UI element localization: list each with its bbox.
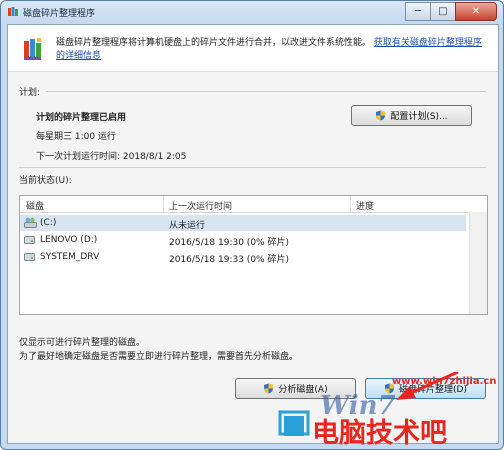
schedule-status-title: 计划的碎片整理已启用 [36,113,127,123]
window-title: 磁盘碎片整理程序 [23,9,96,19]
column-divider [350,196,351,212]
table-row[interactable]: SYSTEM_DRV 2016/5/18 19:33 (0% 碎片) [20,249,466,265]
schedule-frequency: 每星期三 1:00 运行 [36,132,116,142]
defragment-disk-label: 磁盘碎片整理(D) [399,385,467,395]
table-scrollbar[interactable] [469,212,487,314]
minimize-button[interactable]: ─ [405,2,431,21]
configure-schedule-label: 配置计划(S)... [390,112,448,122]
info-line-1: 仅显示可进行碎片整理的磁盘。 [19,338,146,348]
column-header-progress[interactable]: 进度 [356,199,374,212]
title-bar[interactable]: 磁盘碎片整理程序 ─ □ ✕ [1,1,503,23]
maximize-button[interactable]: □ [430,2,456,21]
column-header-disk[interactable]: 磁盘 [26,199,44,212]
client-area: 磁盘碎片整理程序将计算机硬盘上的碎片文件进行合并，以改进文件系统性能。 获取有关… [7,24,499,444]
last-run: 从未运行 [169,221,206,231]
intro-text: 磁盘碎片整理程序将计算机硬盘上的碎片文件进行合并，以改进文件系统性能。 获取有关… [56,37,486,63]
last-run: 2016/5/18 19:30 (0% 碎片) [169,238,289,248]
defrag-window: 磁盘碎片整理程序 ─ □ ✕ 磁盘碎片整理程序将计算机硬盘上的碎片文件进行合并，… [0,0,504,450]
disk-table: 磁盘 上一次运行时间 进度 (C:) 从未运行 LENOVO (D:) 2016… [19,195,488,315]
disk-name: (C:) [40,218,57,228]
header-panel: 磁盘碎片整理程序将计算机硬盘上的碎片文件进行合并，以改进文件系统性能。 获取有关… [8,25,498,72]
uac-shield-icon [264,383,274,394]
analyze-disk-label: 分析磁盘(A) [278,385,328,395]
schedule-divider [46,91,486,92]
last-run: 2016/5/18 19:33 (0% 碎片) [169,255,289,265]
caption-buttons: ─ □ ✕ [405,2,497,21]
hard-disk-icon [24,253,35,261]
table-row[interactable]: LENOVO (D:) 2016/5/18 19:30 (0% 碎片) [20,232,466,248]
close-button[interactable]: ✕ [455,2,497,21]
schedule-section-label: 计划: [19,88,41,98]
schedule-next-run: 下一次计划运行时间: 2018/8/1 2:05 [36,152,187,162]
disk-name: SYSTEM_DRV [40,252,100,262]
info-line-2: 为了最好地确定磁盘是否需要立即进行碎片整理，需要首先分析磁盘。 [19,352,299,362]
hard-disk-icon [24,236,35,244]
disk-name: LENOVO (D:) [40,235,98,245]
system-disk-icon [24,217,37,228]
defragmenter-icon [8,7,18,16]
uac-shield-icon [385,383,395,394]
configure-schedule-button[interactable]: 配置计划(S)... [351,105,472,126]
current-status-label: 当前状态(U): [19,176,72,186]
table-row[interactable]: (C:) 从未运行 [20,215,466,231]
uac-shield-icon [376,110,386,121]
table-header: 磁盘 上一次运行时间 进度 [20,196,487,213]
column-header-last-run[interactable]: 上一次运行时间 [169,199,232,212]
defragment-disk-button[interactable]: 磁盘碎片整理(D) [365,378,486,399]
analyze-disk-button[interactable]: 分析磁盘(A) [235,378,356,399]
description-text: 磁盘碎片整理程序将计算机硬盘上的碎片文件进行合并，以改进文件系统性能。 [56,38,372,48]
defragmenter-icon [24,38,41,60]
section-divider [19,167,486,168]
column-divider [163,196,164,212]
